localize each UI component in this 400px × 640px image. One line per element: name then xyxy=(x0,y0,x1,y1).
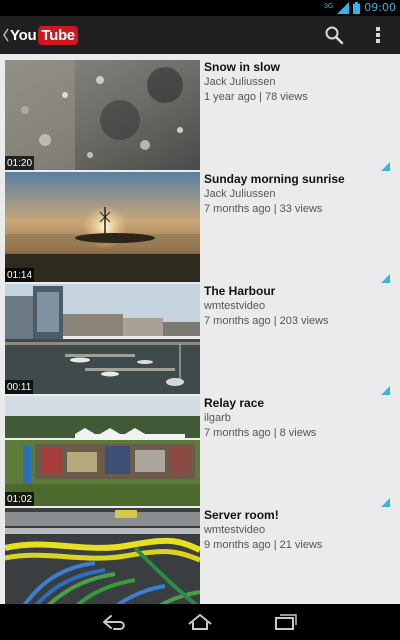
clock: 09:00 xyxy=(364,1,396,14)
video-author: Jack Juliussen xyxy=(204,76,276,88)
status-bar: 3G 09:00 xyxy=(0,0,400,16)
video-list-item[interactable]: 01:20 Snow in slow Jack Juliussen 1 year… xyxy=(0,54,400,170)
search-icon xyxy=(325,26,344,45)
nav-recents-button[interactable] xyxy=(272,611,300,633)
video-title[interactable]: Sunday morning sunrise xyxy=(204,172,345,186)
battery-icon xyxy=(353,2,361,14)
video-author: ilgarb xyxy=(204,412,231,424)
logo-you-text: You xyxy=(10,26,37,44)
recent-apps-icon xyxy=(275,614,297,630)
system-nav-bar xyxy=(0,604,400,640)
video-thumbnail[interactable]: 01:14 xyxy=(5,172,200,282)
video-title[interactable]: Snow in slow xyxy=(204,60,280,74)
search-button[interactable] xyxy=(322,24,346,46)
video-meta: 7 months ago | 8 views xyxy=(204,427,317,439)
action-bar: You Tube xyxy=(0,16,400,54)
item-corner-indicator xyxy=(381,162,390,171)
video-thumbnail[interactable]: 01:02 xyxy=(5,396,200,506)
video-meta: 7 months ago | 203 views xyxy=(204,315,329,327)
status-icons: 3G 09:00 xyxy=(324,1,396,15)
back-icon xyxy=(103,615,125,630)
video-list[interactable]: 01:20 Snow in slow Jack Juliussen 1 year… xyxy=(0,54,400,604)
overflow-menu-button[interactable] xyxy=(368,24,388,46)
back-chevron-icon[interactable] xyxy=(3,28,9,42)
video-meta: 1 year ago | 78 views xyxy=(204,91,308,103)
network-type-label: 3G xyxy=(323,2,334,10)
video-author: Jack Juliussen xyxy=(204,188,276,200)
video-author: wmtestvideo xyxy=(204,524,266,536)
logo-tube-text: Tube xyxy=(38,25,78,45)
menu-dot-icon xyxy=(376,39,380,43)
video-meta: 7 months ago | 33 views xyxy=(204,203,323,215)
home-icon xyxy=(188,613,212,630)
video-list-item[interactable]: 00:11 The Harbour wmtestvideo 7 months a… xyxy=(0,274,400,394)
video-thumbnail[interactable]: 01:20 xyxy=(5,60,200,170)
video-title[interactable]: The Harbour xyxy=(204,284,275,298)
item-corner-indicator xyxy=(381,274,390,283)
item-corner-indicator xyxy=(381,386,390,395)
youtube-logo[interactable]: You Tube xyxy=(10,25,78,45)
video-thumbnail[interactable] xyxy=(5,508,200,604)
video-author: wmtestvideo xyxy=(204,300,266,312)
item-corner-indicator xyxy=(381,498,390,507)
video-thumbnail[interactable]: 00:11 xyxy=(5,284,200,394)
video-list-item[interactable]: Server room! wmtestvideo 9 months ago | … xyxy=(0,498,400,604)
menu-dot-icon xyxy=(376,33,380,37)
video-meta: 9 months ago | 21 views xyxy=(204,539,323,551)
video-title[interactable]: Relay race xyxy=(204,396,264,410)
signal-icon xyxy=(337,2,350,14)
video-title[interactable]: Server room! xyxy=(204,508,279,522)
nav-back-button[interactable] xyxy=(100,611,128,633)
video-list-item[interactable]: 01:14 Sunday morning sunrise Jack Julius… xyxy=(0,162,400,282)
menu-dot-icon xyxy=(376,27,380,31)
nav-home-button[interactable] xyxy=(186,611,214,633)
video-list-item[interactable]: 01:02 Relay race ilgarb 7 months ago | 8… xyxy=(0,386,400,506)
